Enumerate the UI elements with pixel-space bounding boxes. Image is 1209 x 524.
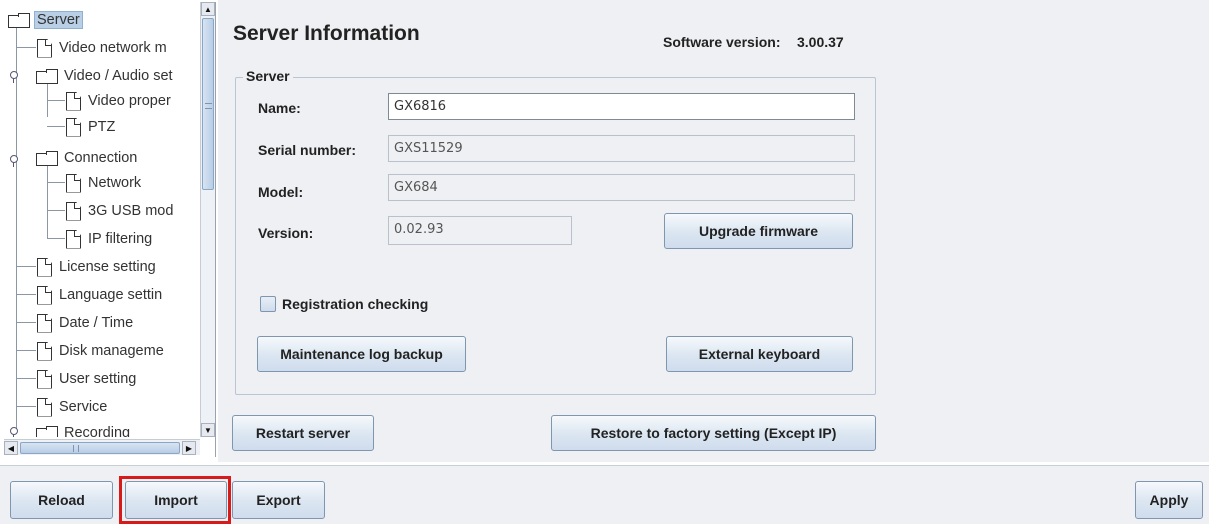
registration-checkbox[interactable]: [260, 296, 276, 312]
server-group-title: Server: [243, 68, 293, 84]
scroll-up-icon[interactable]: ▲: [201, 2, 215, 16]
tree-horizontal-scrollbar[interactable]: ◀ ▶: [4, 439, 200, 455]
folder-icon: [36, 426, 58, 437]
tree-vertical-scrollbar[interactable]: ▲ ▼: [200, 2, 215, 437]
export-button[interactable]: Export: [232, 481, 325, 519]
tree-item-label: 3G USB mod: [88, 203, 174, 219]
expand-toggle-icon[interactable]: [9, 71, 19, 83]
expand-toggle-icon[interactable]: [9, 155, 19, 167]
tree-item-service[interactable]: Service: [37, 394, 109, 420]
document-icon: [37, 38, 52, 58]
tree-item-label: Video proper: [88, 93, 171, 109]
tree-item-video-network[interactable]: Video network m: [37, 35, 169, 61]
document-icon: [66, 201, 81, 221]
name-field[interactable]: GX6816: [388, 93, 855, 120]
tree-item-recording[interactable]: Recording: [36, 420, 132, 437]
version-label: Version:: [258, 225, 314, 241]
tree-connector: [47, 162, 48, 238]
software-version-label: Software version:: [663, 34, 781, 50]
document-icon: [37, 285, 52, 305]
folder-icon: [8, 13, 30, 28]
settings-tree-panel: Server Video network m Video / Audio set…: [4, 2, 216, 457]
tree-item-ip-filtering[interactable]: IP filtering: [66, 226, 154, 252]
tree-item-label: Video / Audio set: [64, 68, 173, 84]
tree-connector: [16, 378, 36, 379]
tree-item-server[interactable]: Server: [8, 7, 83, 33]
tree-item-label: Date / Time: [59, 315, 134, 331]
tree-item-label: IP filtering: [88, 231, 153, 247]
tree-connector: [47, 126, 65, 127]
folder-icon: [36, 151, 58, 166]
tree-item-label: Video network m: [59, 40, 167, 56]
tree-connector: [16, 322, 36, 323]
tree-item-user-setting[interactable]: User setting: [37, 366, 138, 392]
tree-item-network[interactable]: Network: [66, 170, 143, 196]
scroll-left-icon[interactable]: ◀: [4, 441, 18, 455]
tree-connector: [16, 350, 36, 351]
document-icon: [66, 173, 81, 193]
tree-item-label: License setting: [59, 259, 156, 275]
tree-item-video-audio[interactable]: Video / Audio set: [36, 63, 175, 89]
tree-connector: [47, 182, 65, 183]
tree-item-connection[interactable]: Connection: [36, 145, 139, 171]
tree-item-license-setting[interactable]: License setting: [37, 254, 158, 280]
serial-number-label: Serial number:: [258, 142, 357, 158]
tree-item-label: User setting: [59, 371, 137, 387]
version-field: 0.02.93: [388, 216, 572, 245]
tree-item-language-setting[interactable]: Language settin: [37, 282, 164, 308]
page-title: Server Information: [233, 22, 420, 45]
registration-checkbox-label: Registration checking: [282, 296, 429, 312]
tree-item-label: Service: [59, 399, 108, 415]
scrollbar-thumb[interactable]: [202, 18, 214, 190]
document-icon: [66, 117, 81, 137]
external-keyboard-button[interactable]: External keyboard: [666, 336, 853, 372]
tree-item-label: Disk manageme: [59, 343, 164, 359]
tree-item-label: Connection: [64, 150, 138, 166]
restore-factory-button[interactable]: Restore to factory setting (Except IP): [551, 415, 876, 451]
scroll-down-icon[interactable]: ▼: [201, 423, 215, 437]
tree-item-disk-management[interactable]: Disk manageme: [37, 338, 166, 364]
tree-item-date-time[interactable]: Date / Time: [37, 310, 135, 336]
folder-icon: [36, 69, 58, 84]
document-icon: [37, 369, 52, 389]
tree-item-label: Language settin: [59, 287, 163, 303]
document-icon: [37, 397, 52, 417]
settings-tree: Server Video network m Video / Audio set…: [4, 2, 197, 437]
model-field: GX684: [388, 174, 855, 201]
reload-button[interactable]: Reload: [10, 481, 113, 519]
document-icon: [66, 229, 81, 249]
tree-item-label: PTZ: [88, 119, 116, 135]
tree-item-3g-usb-modem[interactable]: 3G USB mod: [66, 198, 175, 224]
import-button[interactable]: Import: [125, 481, 227, 519]
model-label: Model:: [258, 184, 304, 200]
server-information-panel: Server Information Software version: 3.0…: [218, 0, 1209, 462]
document-icon: [37, 257, 52, 277]
tree-item-ptz[interactable]: PTZ: [66, 114, 117, 140]
scrollbar-thumb[interactable]: [20, 442, 180, 454]
tree-item-label: Network: [88, 175, 142, 191]
tree-connector: [16, 406, 36, 407]
name-label: Name:: [258, 100, 301, 116]
tree-connector: [16, 294, 36, 295]
upgrade-firmware-button[interactable]: Upgrade firmware: [664, 213, 853, 249]
registration-checking-row[interactable]: Registration checking: [260, 296, 428, 312]
document-icon: [37, 341, 52, 361]
tree-connector: [47, 210, 65, 211]
serial-number-field: GXS11529: [388, 135, 855, 162]
document-icon: [37, 313, 52, 333]
tree-item-label: Recording: [64, 425, 131, 437]
apply-button[interactable]: Apply: [1135, 481, 1203, 519]
tree-connector: [16, 47, 36, 48]
tree-connector: [16, 266, 36, 267]
tree-connector: [47, 100, 65, 101]
tree-item-video-properties[interactable]: Video proper: [66, 88, 173, 114]
tree-connector: [47, 238, 65, 239]
expand-toggle-icon[interactable]: [9, 427, 19, 437]
scroll-right-icon[interactable]: ▶: [182, 441, 196, 455]
maintenance-log-backup-button[interactable]: Maintenance log backup: [257, 336, 466, 372]
tree-item-label: Server: [34, 11, 83, 29]
restart-server-button[interactable]: Restart server: [232, 415, 374, 451]
document-icon: [66, 91, 81, 111]
software-version-value: 3.00.37: [797, 34, 844, 50]
